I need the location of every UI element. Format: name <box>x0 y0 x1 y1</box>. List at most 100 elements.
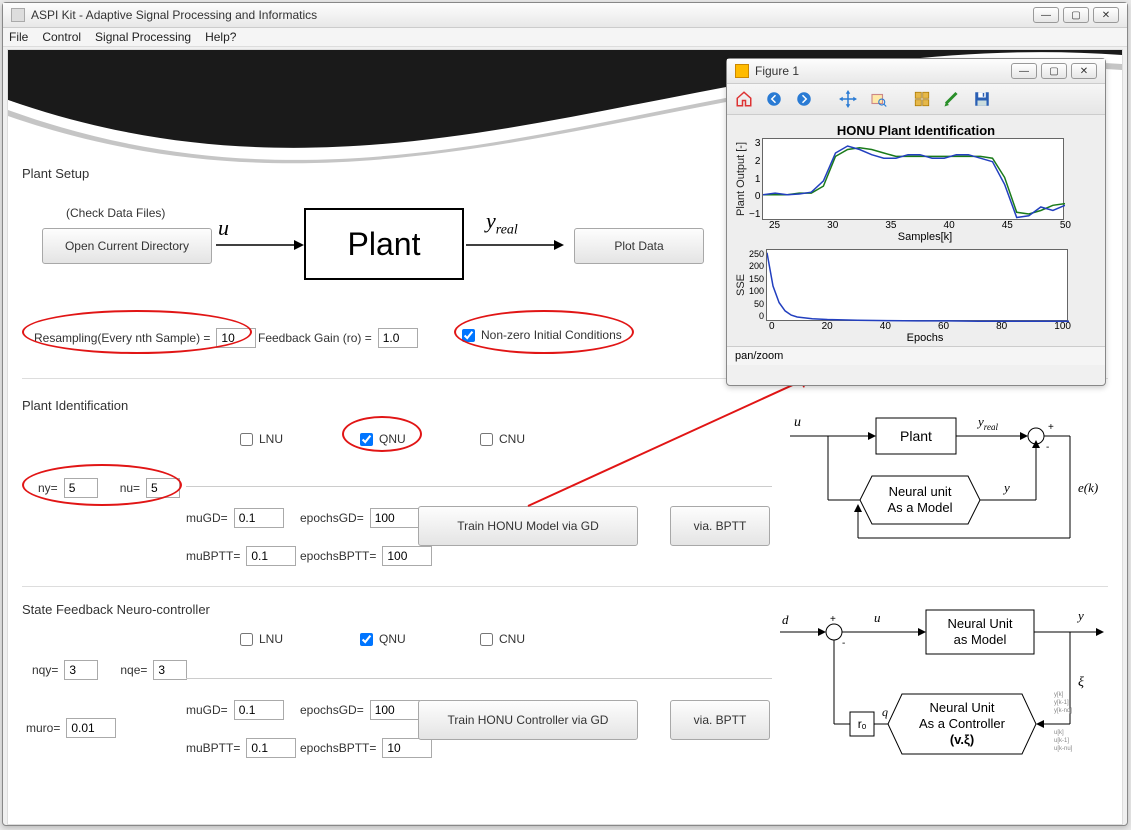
home-icon[interactable] <box>733 88 755 110</box>
ctrl-cnu-checkbox[interactable]: CNU <box>480 632 525 646</box>
plantid-epochsBPTT-input[interactable] <box>382 546 432 566</box>
menu-file[interactable]: File <box>9 30 28 44</box>
chart1[interactable] <box>762 138 1064 220</box>
figure-status: pan/zoom <box>727 346 1105 365</box>
nu-input[interactable] <box>146 478 180 498</box>
app-title: ASPI Kit - Adaptive Signal Processing an… <box>31 8 317 22</box>
fig-maximize-button[interactable]: ▢ <box>1041 63 1067 79</box>
feedback-gain-input[interactable] <box>378 328 418 348</box>
nonzero-ic-check-input[interactable] <box>462 329 475 342</box>
svg-text:Plant: Plant <box>900 428 932 444</box>
plantid-lnu-checkbox[interactable]: LNU <box>240 432 283 446</box>
forward-icon[interactable] <box>793 88 815 110</box>
ctrl-muGD-input[interactable] <box>234 700 284 720</box>
plantid-cnu-checkbox[interactable]: CNU <box>480 432 525 446</box>
ctrl-qnu-checkbox[interactable]: QNU <box>360 632 406 646</box>
menu-bar: File Control Signal Processing Help? <box>3 28 1127 47</box>
ctrl-muBPTT-label: muBPTT= <box>186 741 240 755</box>
sub-divider-1 <box>186 486 772 487</box>
nqe-label: nqe= <box>120 663 147 677</box>
plot-data-button[interactable]: Plot Data <box>574 228 704 264</box>
identification-diagram: u Plant yreal +- Neural unit As a Model … <box>788 408 1098 558</box>
zoom-icon[interactable] <box>867 88 889 110</box>
sub-divider-2 <box>186 678 772 679</box>
svg-text:q: q <box>882 705 888 719</box>
nonzero-ic-checkbox[interactable]: Non-zero Initial Conditions <box>462 328 622 342</box>
svg-text:Neural Unit: Neural Unit <box>947 616 1012 631</box>
ctrl-muGD-label: muGD= <box>186 703 228 717</box>
plant-box: Plant <box>304 208 464 280</box>
figure-window: Figure 1 — ▢ ✕ HONU Plant Identification… <box>726 58 1106 386</box>
plant-identification-label: Plant Identification <box>22 398 128 413</box>
svg-text:u: u <box>874 610 881 625</box>
svg-text:As a Model: As a Model <box>887 500 952 515</box>
close-button[interactable]: ✕ <box>1093 7 1119 23</box>
minimize-button[interactable]: — <box>1033 7 1059 23</box>
figure-title: Figure 1 <box>755 64 799 78</box>
figure-titlebar: Figure 1 — ▢ ✕ <box>727 59 1105 84</box>
svg-text:y[k-1]: y[k-1] <box>1054 700 1069 706</box>
svg-text:-: - <box>1046 442 1049 453</box>
resampling-label: Resampling(Every nth Sample) = <box>34 331 210 345</box>
nqy-input[interactable] <box>64 660 98 680</box>
muro-label: muro= <box>26 721 60 735</box>
resampling-input[interactable] <box>216 328 256 348</box>
train-honu-controller-bptt-button[interactable]: via. BPTT <box>670 700 770 740</box>
plantid-muGD-label: muGD= <box>186 511 228 525</box>
svg-text:y[k]: y[k] <box>1054 692 1064 698</box>
yreal-symbol: yreal <box>486 208 518 238</box>
pan-icon[interactable] <box>837 88 859 110</box>
chart2[interactable] <box>766 249 1068 321</box>
svg-text:u[k-1]: u[k-1] <box>1054 738 1069 744</box>
svg-text:y: y <box>1076 608 1084 623</box>
matplotlib-icon <box>735 64 749 78</box>
figure-body: HONU Plant Identification Plant Output [… <box>727 115 1105 346</box>
nqe-input[interactable] <box>153 660 187 680</box>
svg-text:Neural Unit: Neural Unit <box>929 700 994 715</box>
chart2-xlabel: Epochs <box>753 332 1097 344</box>
plantid-muBPTT-input[interactable] <box>246 546 296 566</box>
ctrl-epochsBPTT-label: epochsBPTT= <box>300 741 376 755</box>
svg-text:(v.ξ): (v.ξ) <box>950 732 974 747</box>
controller-diagram: d +- u Neural Unit as Model y rₒ q Neura… <box>778 598 1114 798</box>
back-icon[interactable] <box>763 88 785 110</box>
svg-text:+: + <box>1048 422 1054 433</box>
save-icon[interactable] <box>971 88 993 110</box>
ctrl-epochsGD-label: epochsGD= <box>300 703 364 717</box>
svg-text:rₒ: rₒ <box>858 717 867 731</box>
plantid-muGD-input[interactable] <box>234 508 284 528</box>
main-titlebar: ASPI Kit - Adaptive Signal Processing an… <box>3 3 1127 28</box>
menu-control[interactable]: Control <box>42 30 81 44</box>
plantid-muBPTT-label: muBPTT= <box>186 549 240 563</box>
plantid-qnu-checkbox[interactable]: QNU <box>360 432 406 446</box>
arrow-u <box>216 235 304 255</box>
menu-signal-processing[interactable]: Signal Processing <box>95 30 191 44</box>
svg-text:as Model: as Model <box>954 632 1007 647</box>
arrow-yreal <box>466 235 564 255</box>
ctrl-epochsBPTT-input[interactable] <box>382 738 432 758</box>
ctrl-muBPTT-input[interactable] <box>246 738 296 758</box>
train-honu-controller-gd-button[interactable]: Train HONU Controller via GD <box>418 700 638 740</box>
customize-icon[interactable] <box>941 88 963 110</box>
muro-input[interactable] <box>66 718 116 738</box>
open-current-directory-button[interactable]: Open Current Directory <box>42 228 212 264</box>
plantid-epochsGD-input[interactable] <box>370 508 420 528</box>
svg-text:u[k]: u[k] <box>1054 730 1064 736</box>
svg-text:+: + <box>830 614 836 625</box>
fig-minimize-button[interactable]: — <box>1011 63 1037 79</box>
train-honu-model-bptt-button[interactable]: via. BPTT <box>670 506 770 546</box>
plant-setup-label: Plant Setup <box>22 166 89 181</box>
fig-close-button[interactable]: ✕ <box>1071 63 1097 79</box>
chart1-xlabel: Samples[k] <box>753 231 1097 243</box>
train-honu-model-gd-button[interactable]: Train HONU Model via GD <box>418 506 638 546</box>
ny-label: ny= <box>38 481 58 495</box>
maximize-button[interactable]: ▢ <box>1063 7 1089 23</box>
menu-help[interactable]: Help? <box>205 30 236 44</box>
svg-text:yreal: yreal <box>976 414 998 432</box>
svg-text:e(k): e(k) <box>1078 480 1098 495</box>
svg-text:u[k-nu]: u[k-nu] <box>1054 746 1073 752</box>
subplots-icon[interactable] <box>911 88 933 110</box>
ctrl-epochsGD-input[interactable] <box>370 700 420 720</box>
ny-input[interactable] <box>64 478 98 498</box>
ctrl-lnu-checkbox[interactable]: LNU <box>240 632 283 646</box>
